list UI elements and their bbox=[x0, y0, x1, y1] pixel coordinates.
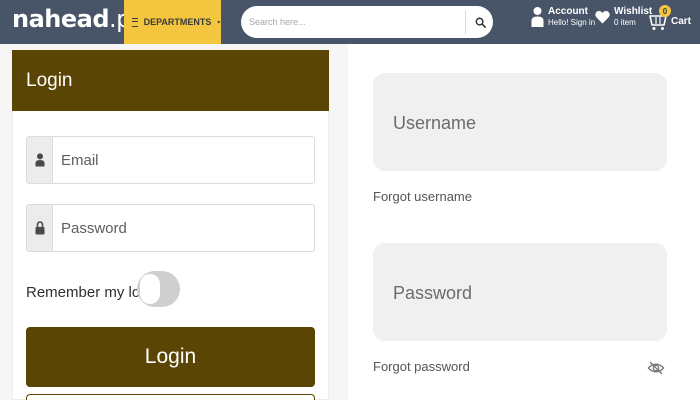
forgot-password-link[interactable]: Forgot password bbox=[373, 359, 470, 374]
account-link[interactable]: Account Hello! Sign in bbox=[531, 6, 595, 28]
cart-icon-wrap: 0 bbox=[649, 5, 671, 30]
alt-password-input[interactable] bbox=[393, 281, 643, 305]
caret-down-icon bbox=[217, 20, 221, 24]
password-input[interactable] bbox=[61, 218, 301, 238]
login-heading: Login bbox=[12, 50, 329, 111]
menu-icon bbox=[132, 17, 138, 27]
user-icon bbox=[35, 153, 44, 167]
cart-link[interactable]: 0 Cart bbox=[649, 5, 692, 30]
search-icon bbox=[475, 17, 486, 28]
wishlist-count: 0 item bbox=[614, 18, 636, 27]
password-field bbox=[26, 204, 315, 252]
user-icon bbox=[531, 7, 544, 27]
search-input[interactable] bbox=[249, 12, 459, 32]
lock-icon bbox=[35, 221, 44, 235]
password-addon bbox=[27, 205, 53, 251]
username-input[interactable] bbox=[393, 111, 643, 135]
logo-text-main: nahe bbox=[12, 5, 77, 33]
forgot-username-link[interactable]: Forgot username bbox=[373, 189, 472, 204]
wishlist-title: Wishlist bbox=[614, 6, 653, 17]
site-header: nahead.pk DEPARTMENTS Account Hello! Sig… bbox=[0, 0, 700, 44]
search-button[interactable] bbox=[467, 6, 493, 38]
email-addon bbox=[27, 137, 53, 183]
account-subtitle: Hello! Sign in bbox=[548, 18, 596, 27]
account-title: Account bbox=[548, 6, 588, 17]
logo-text-mid: ad bbox=[76, 5, 110, 33]
cart-count-badge: 0 bbox=[659, 5, 671, 17]
eye-icon[interactable] bbox=[647, 359, 665, 377]
toggle-knob bbox=[140, 274, 160, 304]
email-input[interactable] bbox=[61, 150, 301, 170]
email-field bbox=[26, 136, 315, 184]
secondary-button-edge[interactable] bbox=[26, 394, 315, 400]
login-button[interactable]: Login bbox=[26, 327, 315, 387]
departments-label: DEPARTMENTS bbox=[143, 17, 212, 27]
wishlist-link[interactable]: Wishlist 0 item bbox=[595, 6, 652, 28]
username-field bbox=[373, 73, 667, 171]
alt-password-field bbox=[373, 243, 667, 341]
search-divider bbox=[465, 10, 466, 34]
search-bar bbox=[241, 6, 493, 38]
remember-toggle[interactable] bbox=[137, 271, 180, 307]
heart-icon bbox=[595, 10, 610, 24]
cart-label: Cart bbox=[671, 16, 692, 27]
departments-button[interactable]: DEPARTMENTS bbox=[124, 0, 221, 44]
